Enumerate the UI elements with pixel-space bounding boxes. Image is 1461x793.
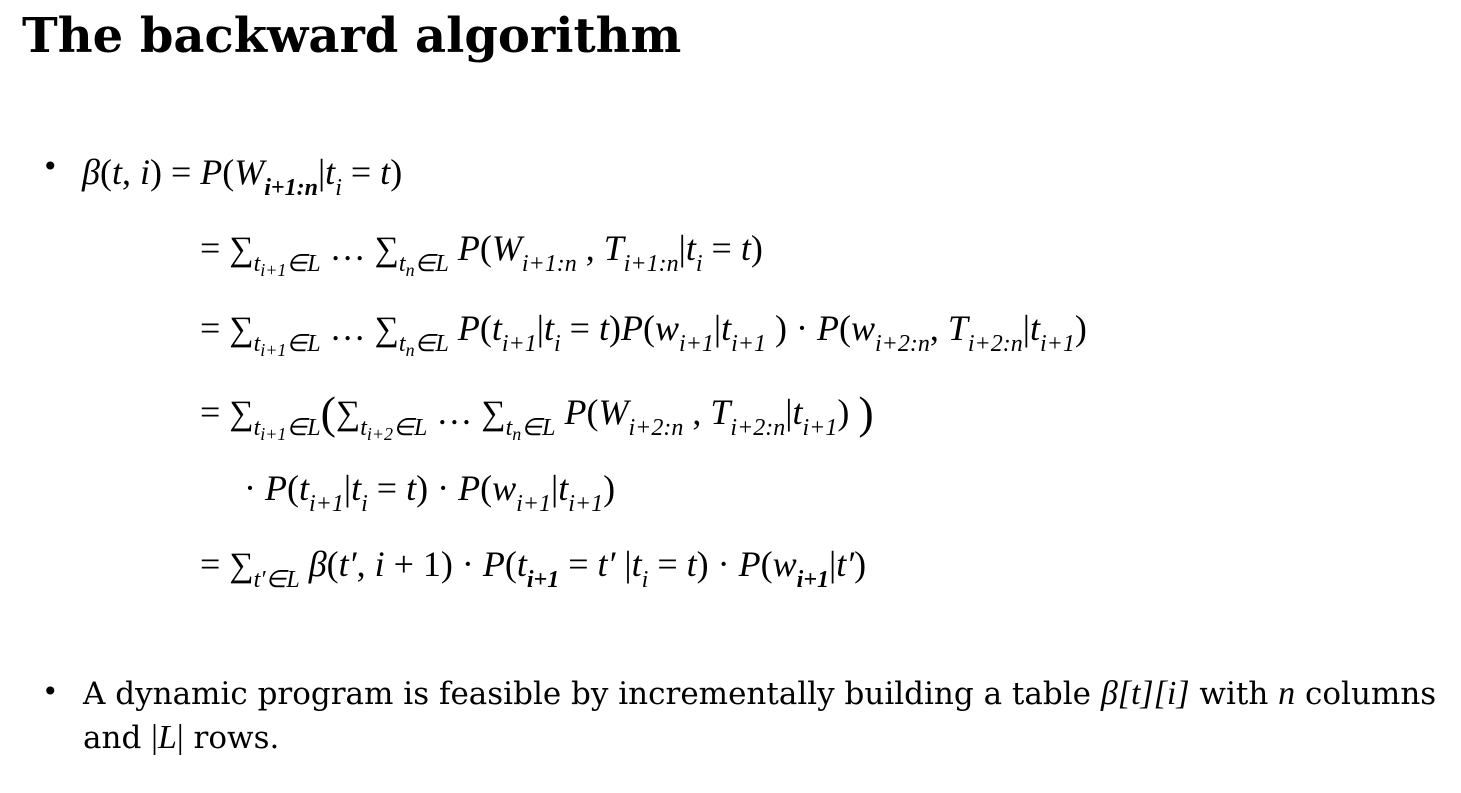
note-text: rows. [183,720,280,756]
bullet-marker: • [42,675,59,708]
equation-line-3: = ∑ti+1∈L … ∑tn∈L P(ti+1|ti = t)P(wi+1|t… [200,308,1087,360]
dynamic-program-note: A dynamic program is feasible by increme… [83,672,1443,760]
equation-line-2: = ∑ti+1∈L … ∑tn∈L P(Wi+1:n , Ti+1:n|ti =… [200,228,763,280]
table-notation: β[t][i] [1100,675,1190,712]
note-text: with [1189,676,1279,712]
equation-line-5: · P(ti+1|ti = t) · P(wi+1|ti+1) [244,468,616,517]
slide-title: The backward algorithm [22,8,682,64]
note-text: A dynamic program is feasible by increme… [83,676,1101,712]
equation-line-4: = ∑ti+1∈L(∑ti+2∈L … ∑tn∈L P(Wi+2:n , Ti+… [200,387,874,444]
equation-line-1: β(t, i) = P(Wi+1:n|ti = t) [82,152,403,201]
label-set-size: |L| [151,719,184,756]
equation-line-6: = ∑t′∈L β(t′, i + 1) · P(ti+1 = t′ |ti =… [200,544,867,593]
n-variable: n [1278,675,1296,712]
bullet-marker: • [42,150,59,183]
